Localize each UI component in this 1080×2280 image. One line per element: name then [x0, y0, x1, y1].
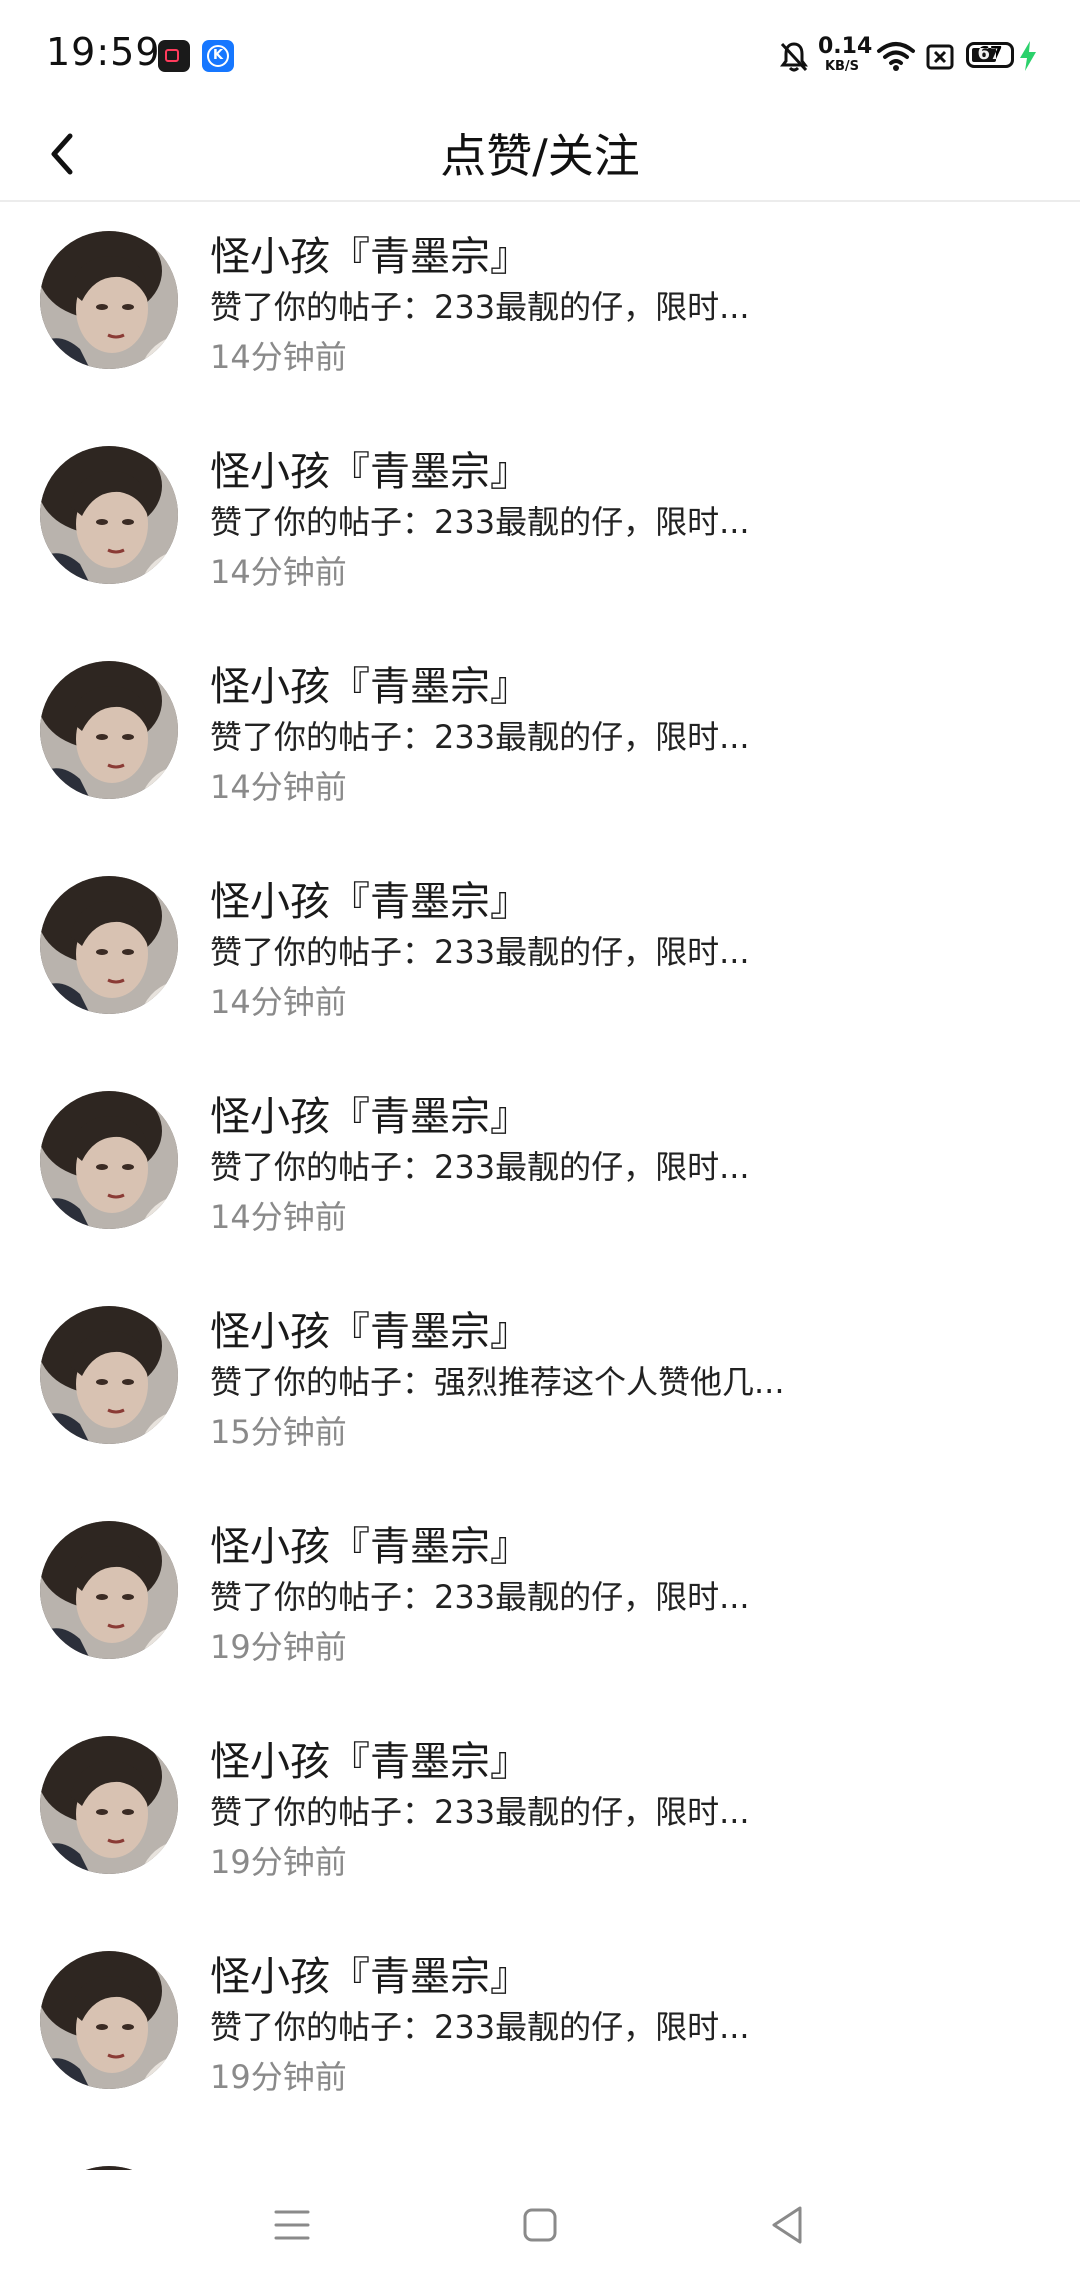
item-timestamp: 14分钟前 [210, 983, 347, 1021]
home-icon [523, 2208, 557, 2242]
header: 点赞/关注 [0, 110, 1080, 202]
avatar-image [40, 446, 178, 584]
notification-item[interactable]: 怪小孩『青墨宗』 赞了你的帖子：233最靓的仔，限时... 19分钟前 [0, 1707, 1080, 1922]
item-username[interactable]: 怪小孩『青墨宗』 [210, 2159, 530, 2170]
notification-item[interactable]: 怪小孩『青墨宗』 赞了你的帖子：233最靓的仔，限时... 19分钟前 [0, 1922, 1080, 2137]
item-username[interactable]: 怪小孩『青墨宗』 [210, 869, 530, 927]
item-message: 赞了你的帖子：233最靓的仔，限时... [210, 718, 750, 756]
wifi-icon [877, 42, 915, 71]
item-timestamp: 14分钟前 [210, 1198, 347, 1236]
item-username[interactable]: 怪小孩『青墨宗』 [210, 1729, 530, 1787]
item-message: 赞了你的帖子：233最靓的仔，限时... [210, 503, 750, 541]
item-timestamp: 19分钟前 [210, 2058, 347, 2096]
notification-item[interactable]: 怪小孩『青墨宗』 [0, 2137, 1080, 2170]
system-nav-bar [0, 2170, 1080, 2280]
notification-item[interactable]: 怪小孩『青墨宗』 赞了你的帖子：233最靓的仔，限时... 19分钟前 [0, 1492, 1080, 1707]
item-message: 赞了你的帖子：233最靓的仔，限时... [210, 2008, 750, 2046]
item-message: 赞了你的帖子：233最靓的仔，限时... [210, 1793, 750, 1831]
item-username[interactable]: 怪小孩『青墨宗』 [210, 1514, 530, 1572]
notification-item[interactable]: 怪小孩『青墨宗』 赞了你的帖子：233最靓的仔，限时... 14分钟前 [0, 1062, 1080, 1277]
item-timestamp: 14分钟前 [210, 553, 347, 591]
charging-icon [1020, 41, 1036, 71]
avatar-image [40, 1091, 178, 1229]
item-message: 赞了你的帖子：233最靓的仔，限时... [210, 1148, 750, 1186]
notification-item[interactable]: 怪小孩『青墨宗』 赞了你的帖子：233最靓的仔，限时... 14分钟前 [0, 417, 1080, 632]
item-username[interactable]: 怪小孩『青墨宗』 [210, 1299, 530, 1357]
avatar-image [40, 1736, 178, 1874]
avatar[interactable] [40, 231, 178, 369]
sim-icon [926, 44, 954, 70]
avatar-image [40, 231, 178, 369]
recent-apps-button[interactable] [262, 2198, 322, 2252]
notification-item[interactable]: 怪小孩『青墨宗』 赞了你的帖子：强烈推荐这个人赞他几... 15分钟前 [0, 1277, 1080, 1492]
item-timestamp: 14分钟前 [210, 338, 347, 376]
item-message: 赞了你的帖子：233最靓的仔，限时... [210, 288, 750, 326]
net-speed: 0.14 KB/S [818, 34, 873, 74]
back-triangle-icon [772, 2206, 802, 2244]
screen-record-icon [158, 40, 190, 72]
avatar-image [40, 876, 178, 1014]
avatar-image [40, 1521, 178, 1659]
menu-icon [274, 2210, 310, 2240]
status-time: 19:59 [46, 30, 161, 74]
avatar[interactable] [40, 1736, 178, 1874]
avatar[interactable] [40, 1521, 178, 1659]
item-username[interactable]: 怪小孩『青墨宗』 [210, 224, 530, 282]
battery-text: 67 [977, 43, 1003, 64]
item-message: 赞了你的帖子：233最靓的仔，限时... [210, 933, 750, 971]
item-username[interactable]: 怪小孩『青墨宗』 [210, 1944, 530, 2002]
avatar[interactable] [40, 446, 178, 584]
notification-list[interactable]: 怪小孩『青墨宗』 赞了你的帖子：233最靓的仔，限时... 14分钟前 怪小孩『… [0, 202, 1080, 2170]
status-bar: 19:59 K 0.14 KB/S 67 [0, 0, 1080, 110]
net-speed-value: 0.14 [818, 34, 873, 59]
item-username[interactable]: 怪小孩『青墨宗』 [210, 1084, 530, 1142]
net-speed-unit: KB/S [824, 59, 860, 74]
item-message: 赞了你的帖子：233最靓的仔，限时... [210, 1578, 750, 1616]
item-message: 赞了你的帖子：强烈推荐这个人赞他几... [210, 1363, 785, 1401]
avatar[interactable] [40, 1091, 178, 1229]
notification-item[interactable]: 怪小孩『青墨宗』 赞了你的帖子：233最靓的仔，限时... 14分钟前 [0, 632, 1080, 847]
avatar[interactable] [40, 1306, 178, 1444]
avatar-image [40, 1951, 178, 2089]
item-timestamp: 15分钟前 [210, 1413, 347, 1451]
avatar-image [40, 661, 178, 799]
battery-icon: 67 [966, 42, 1014, 68]
k-app-icon: K [202, 40, 234, 72]
item-timestamp: 19分钟前 [210, 1843, 347, 1881]
item-timestamp: 14分钟前 [210, 768, 347, 806]
avatar[interactable] [40, 661, 178, 799]
bell-muted-icon [780, 42, 808, 72]
item-username[interactable]: 怪小孩『青墨宗』 [210, 654, 530, 712]
avatar-image [40, 1306, 178, 1444]
avatar[interactable] [40, 1951, 178, 2089]
home-button[interactable] [510, 2198, 570, 2252]
item-username[interactable]: 怪小孩『青墨宗』 [210, 439, 530, 497]
notification-item[interactable]: 怪小孩『青墨宗』 赞了你的帖子：233最靓的仔，限时... 14分钟前 [0, 202, 1080, 417]
avatar[interactable] [40, 876, 178, 1014]
page-title: 点赞/关注 [440, 129, 640, 183]
notification-item[interactable]: 怪小孩『青墨宗』 赞了你的帖子：233最靓的仔，限时... 14分钟前 [0, 847, 1080, 1062]
item-timestamp: 19分钟前 [210, 1628, 347, 1666]
system-back-button[interactable] [758, 2198, 818, 2252]
